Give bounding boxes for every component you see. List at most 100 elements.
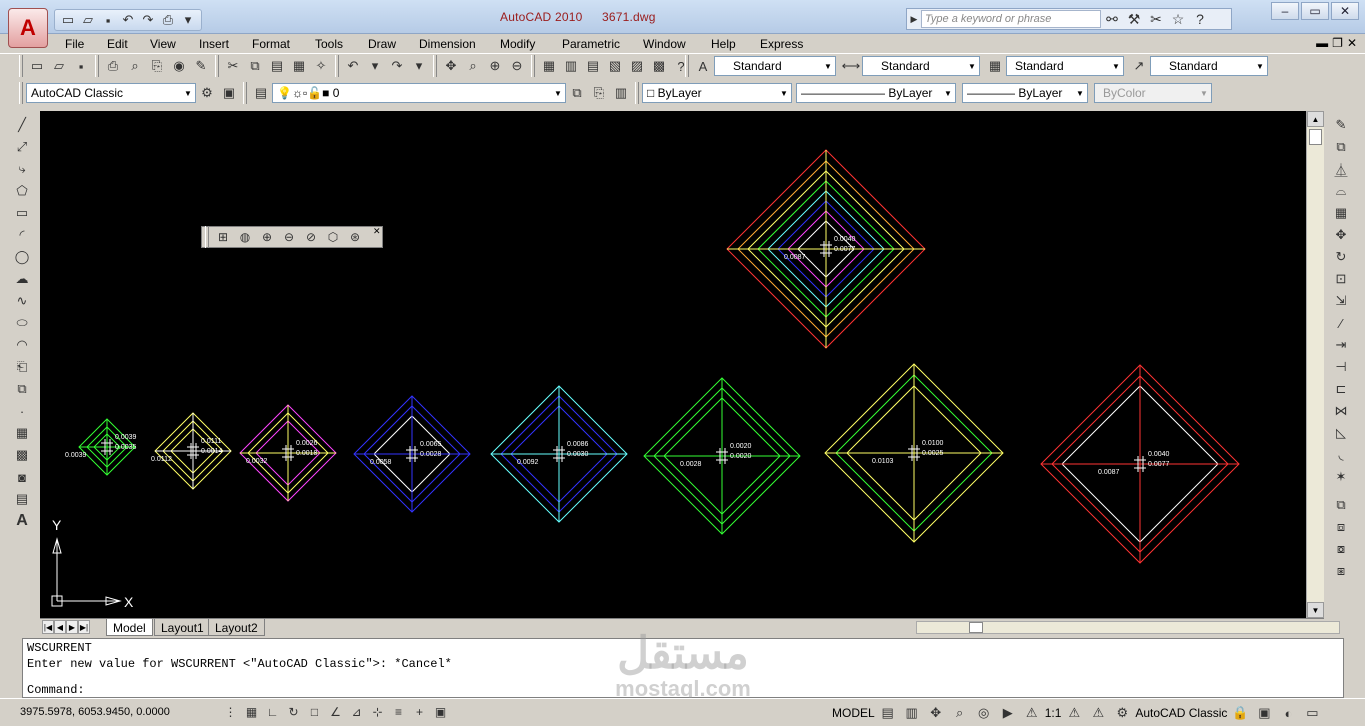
drawing-area[interactable]: 0.0039 0.0035 0.0039 0.0111 0.0014 0.0112 0.00… [40, 111, 1306, 618]
table-style-select[interactable]: Standard ▼ [1006, 56, 1124, 76]
tool-palettes-icon[interactable]: ▤ [582, 55, 604, 77]
dimension-label[interactable]: 0.0103 [872, 458, 894, 465]
zoom-window-icon[interactable]: ⊕ [484, 55, 506, 77]
close-icon[interactable]: ✕ [373, 227, 381, 236]
table-style-icon[interactable]: ▦ [984, 55, 1006, 77]
new-file-icon[interactable]: ▭ [59, 11, 77, 29]
mleader-style-select[interactable]: Standard ▼ [1150, 56, 1268, 76]
next-tab-icon[interactable]: ▶ [66, 620, 78, 634]
point-icon[interactable]: · [11, 400, 33, 422]
properties-icon[interactable]: ▦ [538, 55, 560, 77]
menu-insert[interactable]: Insert [199, 37, 229, 51]
dimension-label[interactable]: 0.0039 [65, 452, 87, 459]
dimension-label[interactable]: 0.0065 [420, 441, 442, 448]
paste-icon[interactable]: ▤ [266, 55, 288, 77]
pan-icon[interactable]: ✥ [440, 55, 462, 77]
dimension-label[interactable]: 0.0077 [1148, 461, 1170, 468]
ortho-icon[interactable]: ∟ [262, 702, 283, 722]
drawing-figure[interactable]: 0.0020 0.0020 0.0028 [643, 377, 801, 535]
copy-object-icon[interactable]: ⧉ [1330, 136, 1352, 158]
dimension-label[interactable]: 0.0020 [730, 443, 752, 450]
toolbar-grip[interactable] [19, 55, 23, 77]
zoom-previous-icon[interactable]: ⊖ [506, 55, 528, 77]
expand-search-icon[interactable]: ▶ [907, 14, 921, 25]
ducs-icon[interactable]: ⊿ [346, 702, 367, 722]
workspace-settings-icon[interactable]: ⚙ [196, 82, 218, 104]
lineweight-select[interactable]: ———— ByLayer ▼ [962, 83, 1088, 103]
publish-icon[interactable]: ⎘ [146, 55, 168, 77]
menu-parametric[interactable]: Parametric [562, 37, 620, 51]
help-icon[interactable]: ? [1189, 11, 1211, 27]
viewports-icon[interactable]: ▥ [901, 702, 923, 724]
hardware-accel-icon[interactable]: ▣ [1253, 702, 1275, 724]
dimension-label[interactable]: 0.0018 [296, 450, 318, 457]
dimension-label[interactable]: 0.0040 [834, 236, 856, 243]
dimension-label[interactable]: 0.0026 [296, 440, 318, 447]
drawing-figure[interactable]: 0.0039 0.0035 0.0039 [65, 418, 137, 476]
otrack-icon[interactable]: ∠ [325, 702, 346, 722]
dimension-label[interactable]: 0.0100 [922, 440, 944, 447]
menu-file[interactable]: File [65, 37, 84, 51]
draw-order-under-icon[interactable]: ⧆ [1330, 560, 1352, 582]
dimension-label[interactable]: 0.0028 [680, 461, 702, 468]
dimension-label[interactable]: 0.0086 [567, 441, 589, 448]
tab-layout2[interactable]: Layout2 [208, 619, 265, 636]
scroll-up-icon[interactable]: ▲ [1307, 111, 1324, 127]
layout-icon[interactable]: ▤ [877, 702, 899, 724]
workspace-switch-icon[interactable]: ⚙ [1111, 702, 1133, 724]
lineweight-icon[interactable]: ≡ [388, 702, 409, 722]
toolbar-grip[interactable] [685, 55, 689, 77]
scroll-down-icon[interactable]: ▼ [1307, 602, 1324, 618]
qp-icon[interactable]: + [409, 702, 430, 722]
undo-dropdown-icon[interactable]: ▾ [364, 55, 386, 77]
isolate-icon[interactable]: ◐ [1277, 702, 1299, 724]
stretch-icon[interactable]: ⇲ [1330, 290, 1352, 312]
prev-tab-icon[interactable]: ◀ [54, 620, 66, 634]
multiline-text-icon[interactable]: A [11, 510, 33, 532]
dimension-label[interactable]: 0.0058 [370, 459, 392, 466]
doc-minimize-button[interactable]: ▬ [1316, 36, 1328, 50]
application-menu-button[interactable]: A [8, 8, 48, 48]
dimension-label[interactable]: 0.0087 [1098, 469, 1120, 476]
design-center-icon[interactable]: ▥ [560, 55, 582, 77]
menu-view[interactable]: View [150, 37, 176, 51]
close-button[interactable]: ✕ [1331, 2, 1359, 20]
add-view-icon[interactable]: ⊕ [256, 227, 278, 247]
tab-model[interactable]: Model [106, 619, 153, 636]
scroll-thumb[interactable] [969, 622, 983, 633]
copy-icon[interactable]: ⧉ [244, 55, 266, 77]
spline-icon[interactable]: ∿ [11, 290, 33, 312]
layer-select[interactable]: 💡☼▫🔓■ 0 ▼ [272, 83, 566, 103]
markup-icon[interactable]: ▨ [626, 55, 648, 77]
menu-tools[interactable]: Tools [315, 37, 343, 51]
first-tab-icon[interactable]: |◀ [42, 620, 54, 634]
dimension-label[interactable]: 0.0112 [151, 456, 172, 463]
ellipse-icon[interactable]: ⬭ [11, 312, 33, 334]
gradient-icon[interactable]: ▩ [11, 444, 33, 466]
mirror-icon[interactable]: ⏅ [1330, 158, 1352, 180]
undo-icon[interactable]: ↶ [119, 11, 137, 29]
insert-block-icon[interactable]: ⎗ [11, 356, 33, 378]
dimension-label[interactable]: 0.0087 [784, 254, 806, 261]
workspace-select[interactable]: AutoCAD Classic ▼ [26, 83, 196, 103]
menu-format[interactable]: Format [252, 37, 290, 51]
horizontal-scrollbar[interactable] [916, 621, 1340, 634]
coordinate-readout[interactable]: 3975.5978, 6053.9450, 0.0000 [20, 706, 170, 718]
color-select[interactable]: □ ByLayer ▼ [642, 83, 792, 103]
join-icon[interactable]: ⋈ [1330, 400, 1352, 422]
dimension-label[interactable]: 0.0020 [730, 453, 752, 460]
text-style-icon[interactable]: A [692, 55, 714, 77]
explode-icon[interactable]: ✶ [1330, 466, 1352, 488]
save-icon[interactable]: ▪ [99, 11, 117, 29]
draw-order-back-icon[interactable]: ⧈ [1330, 516, 1352, 538]
break-at-point-icon[interactable]: ⊣ [1330, 356, 1352, 378]
maximize-button[interactable]: ▭ [1301, 2, 1329, 20]
open-icon[interactable]: ▱ [48, 55, 70, 77]
snap-icon[interactable]: ⋮ [220, 702, 241, 722]
zoom-realtime-icon[interactable]: ⌕ [462, 55, 484, 77]
trim-icon[interactable]: ⁄ [1330, 312, 1352, 334]
lock-icon[interactable]: 🔒 [1229, 702, 1251, 724]
redo-icon[interactable]: ↷ [386, 55, 408, 77]
polyline-icon[interactable]: ⤷ [11, 158, 33, 180]
dimension-label[interactable]: 0.0111 [201, 438, 221, 445]
